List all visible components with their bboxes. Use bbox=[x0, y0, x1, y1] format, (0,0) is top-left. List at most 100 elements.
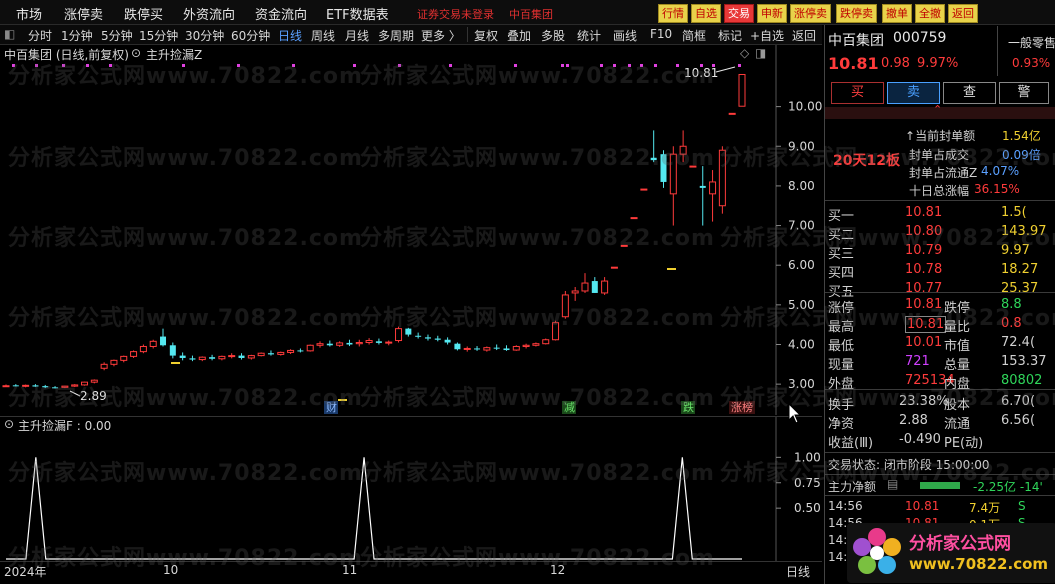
candle bbox=[512, 345, 520, 351]
main-kline-chart[interactable]: 中百集团 (日线,前复权) ⊙ 主升捡漏Z ◇ ◨ 10.00 9.00 8.00 7… bbox=[0, 45, 822, 415]
streak-label: 20天12板 bbox=[833, 153, 900, 169]
candle bbox=[532, 342, 540, 347]
price-change-pct: 9.97% bbox=[917, 56, 959, 71]
high-price-label: 10.81 bbox=[684, 66, 718, 80]
tool-f10[interactable]: F10 bbox=[650, 27, 672, 41]
tool-draw-line[interactable]: 画线 bbox=[613, 27, 637, 44]
menu-etf-table[interactable]: ETF数据表 bbox=[326, 4, 389, 23]
btn-cancel-order[interactable]: 撤单 bbox=[882, 4, 912, 23]
signal-dot bbox=[109, 64, 112, 67]
quote-panel: 中百集团 000759 10.81 0.98 9.97% 一般零售 0.93% … bbox=[824, 25, 1055, 584]
tick-time: 14: bbox=[828, 550, 848, 564]
candle bbox=[561, 290, 569, 319]
tool-restore-rights[interactable]: 复权 bbox=[474, 27, 498, 44]
period-more[interactable]: 更多 〉 bbox=[421, 27, 461, 44]
candle bbox=[434, 335, 441, 342]
stat-value: 10.81 bbox=[905, 316, 947, 333]
seal-label: 十日总涨幅 bbox=[909, 184, 970, 198]
bid-volume: 9.97 bbox=[1001, 243, 1030, 258]
seal-value: 1.54亿 bbox=[1002, 129, 1041, 143]
event-badge-label: 财 bbox=[326, 400, 337, 414]
mouse-cursor-icon bbox=[788, 403, 802, 424]
seal-value: 4.07% bbox=[981, 164, 1020, 178]
list-icon[interactable]: ▤ bbox=[887, 477, 898, 491]
candle bbox=[12, 384, 19, 387]
stat-value: -0.490 bbox=[899, 432, 941, 447]
btn-return[interactable]: 返回 bbox=[948, 4, 978, 23]
tool-stats[interactable]: 统计 bbox=[577, 27, 601, 44]
candle bbox=[100, 362, 108, 371]
stock-code: 000759 bbox=[893, 30, 947, 46]
menu-market[interactable]: 市场 bbox=[16, 4, 42, 23]
alert-button[interactable]: 警 bbox=[999, 82, 1049, 104]
login-notice[interactable]: 证券交易未登录 bbox=[417, 6, 494, 22]
x-label-oct: 10 bbox=[163, 563, 179, 577]
tool-multi-stock[interactable]: 多股 bbox=[541, 27, 565, 44]
btn-limit-up-sell[interactable]: 涨停卖 bbox=[790, 4, 831, 23]
period-daily[interactable]: 日线 bbox=[278, 27, 302, 44]
candle bbox=[415, 332, 422, 339]
btn-new-share[interactable]: 申新 bbox=[757, 4, 787, 23]
yellow-marker bbox=[667, 268, 676, 270]
btn-limit-down-sell[interactable]: 跌停卖 bbox=[836, 4, 877, 23]
tool-add-watchlist[interactable]: +自选 bbox=[750, 27, 784, 44]
expand-bar[interactable]: ⌃ bbox=[825, 103, 1055, 119]
signal-dot bbox=[738, 64, 741, 67]
btn-cancel-all[interactable]: 全撤 bbox=[915, 4, 945, 23]
sell-button[interactable]: 卖 bbox=[887, 82, 940, 104]
candle bbox=[257, 352, 265, 357]
period-30min[interactable]: 30分钟 bbox=[185, 27, 224, 44]
tool-mark[interactable]: 标记 bbox=[718, 27, 742, 44]
stat-value: 8.8 bbox=[1001, 297, 1022, 312]
period-5min[interactable]: 5分钟 bbox=[101, 27, 133, 44]
divider bbox=[825, 474, 1055, 475]
signal-dot bbox=[237, 64, 240, 67]
x-axis-period: 日线 bbox=[786, 565, 811, 579]
sector-title: 一般零售 bbox=[1008, 36, 1055, 50]
seal-value: 0.09倍 bbox=[1002, 148, 1041, 162]
period-weekly[interactable]: 周线 bbox=[311, 27, 335, 44]
chevron-up-icon[interactable]: ⌃ bbox=[933, 103, 942, 116]
indicator-chart[interactable]: ⊙ 主升捡漏F : 0.00 1.00 0.75 0.50 bbox=[0, 416, 822, 562]
candle bbox=[689, 165, 697, 168]
menu-foreign-flow[interactable]: 外资流向 bbox=[183, 4, 235, 23]
site-logo: 分析家公式网 www.70822.com bbox=[847, 523, 1055, 583]
period-15min[interactable]: 15分钟 bbox=[139, 27, 178, 44]
candle bbox=[32, 384, 39, 387]
candle bbox=[2, 384, 10, 388]
btn-watchlist[interactable]: 自选 bbox=[691, 4, 721, 23]
stat-value: 721 bbox=[905, 354, 930, 369]
logo-url-text: www.70822.com bbox=[909, 555, 1049, 573]
period-monthly[interactable]: 月线 bbox=[345, 27, 369, 44]
x-label-year: 2024年 bbox=[4, 565, 47, 579]
tool-simple-frame[interactable]: 简框 bbox=[682, 27, 706, 44]
menu-capital-flow[interactable]: 资金流向 bbox=[255, 4, 307, 23]
buy-button[interactable]: 买 bbox=[831, 82, 884, 104]
stat-value: 10.81 bbox=[905, 297, 943, 312]
period-1min[interactable]: 1分钟 bbox=[61, 27, 93, 44]
period-60min[interactable]: 60分钟 bbox=[231, 27, 270, 44]
menu-limit-down-buy[interactable]: 跌停买 bbox=[124, 4, 163, 23]
candle bbox=[169, 342, 176, 359]
btn-trade[interactable]: 交易 bbox=[724, 4, 754, 23]
x-label-dec: 12 bbox=[550, 563, 566, 577]
panel-toggle-icon[interactable]: ◧ bbox=[4, 27, 15, 41]
tool-return[interactable]: 返回 bbox=[792, 27, 816, 44]
period-multi[interactable]: 多周期 bbox=[378, 27, 414, 44]
candle bbox=[640, 188, 648, 191]
btn-quotes[interactable]: 行情 bbox=[658, 4, 688, 23]
tool-overlay[interactable]: 叠加 bbox=[507, 27, 531, 44]
candle bbox=[601, 277, 609, 295]
high-arrow bbox=[715, 66, 736, 73]
candle bbox=[139, 344, 147, 354]
period-tick[interactable]: 分时 bbox=[28, 27, 52, 44]
stat-label: 最高 bbox=[828, 320, 855, 335]
stat-label: 现量 bbox=[828, 358, 855, 373]
candle bbox=[552, 320, 560, 341]
stat-value: 10.01 bbox=[905, 335, 943, 350]
menu-limit-up-sell[interactable]: 涨停卖 bbox=[64, 4, 103, 23]
stat-label: 流通 bbox=[944, 417, 971, 432]
sector-box[interactable]: 一般零售 0.93% bbox=[997, 26, 1055, 76]
candle bbox=[542, 338, 550, 345]
query-button[interactable]: 查 bbox=[943, 82, 996, 104]
